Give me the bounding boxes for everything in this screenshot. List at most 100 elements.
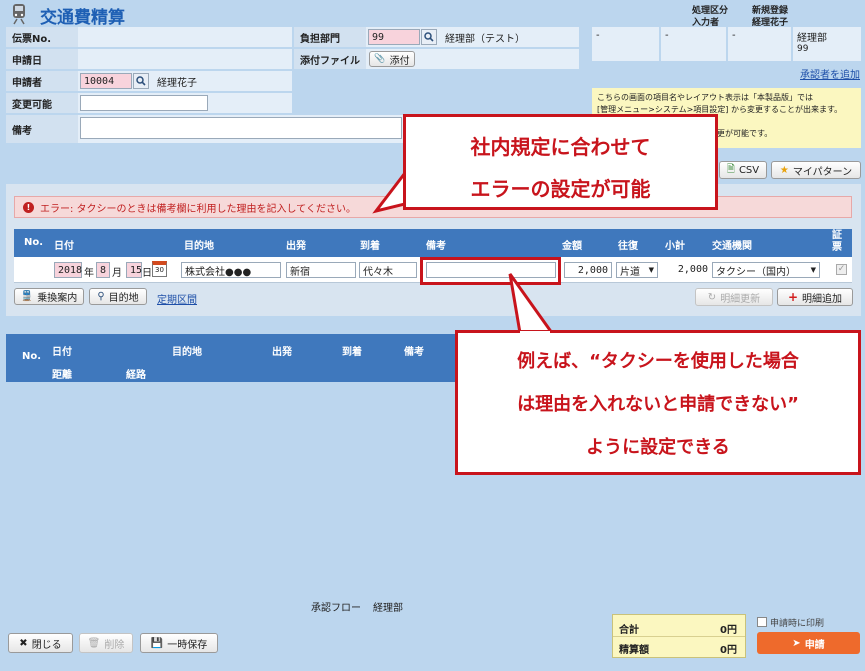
error-icon: !	[23, 201, 34, 213]
th-no: No.	[24, 237, 44, 248]
approver-cell-3: -	[728, 27, 791, 61]
year-input[interactable]: 2018	[54, 262, 82, 278]
day-suffix: 日	[142, 268, 152, 279]
approver-cell-2: -	[661, 27, 726, 61]
add-detail-button[interactable]: + 明細追加	[777, 288, 853, 306]
update-detail-button[interactable]: ↻ 明細更新	[695, 288, 773, 306]
plus-icon: +	[787, 290, 799, 304]
add-approver-link[interactable]: 承認者を追加	[800, 66, 860, 81]
train-icon	[10, 3, 28, 25]
callout-bottom-pointer	[508, 273, 555, 335]
refresh-icon: ↻	[707, 291, 717, 303]
lth-remarks: 備考	[404, 347, 424, 358]
approver-dept-code: 99	[797, 44, 809, 54]
callout-bottom-line-3: ように設定できる	[586, 437, 730, 458]
tenpu-button-label: 添付	[389, 55, 410, 67]
amount-input[interactable]: 2,000	[564, 262, 612, 278]
error-text: エラー: タクシーのときは備考欄に利用した理由を記入してください。	[40, 203, 356, 215]
futan-name: 経理部（テスト）	[445, 34, 525, 45]
star-icon: ★	[779, 164, 789, 176]
callout-bottom-line-2: は理由を入れないと申請できない”	[517, 394, 799, 415]
th-round-trip: 往復	[618, 241, 638, 252]
arrival-input[interactable]: 代々木	[359, 262, 417, 278]
my-pattern-button[interactable]: ★ マイパターン	[771, 161, 861, 179]
th-date: 日付	[54, 241, 74, 252]
my-pattern-button-label: マイパターン	[792, 166, 853, 178]
calendar-day: 30	[155, 266, 164, 274]
chevron-down-icon: ▼	[810, 266, 816, 274]
transfer-button[interactable]: 🚆 乗換案内	[14, 288, 84, 305]
close-icon: ✖	[19, 637, 28, 649]
shinseisha-label: 申請者	[6, 71, 78, 91]
lth-route: 経路	[126, 370, 146, 381]
print-label: 申請時に印刷	[770, 619, 825, 629]
round-trip-select[interactable]: 片道 ▼	[616, 262, 658, 278]
close-button-label: 閉じる	[31, 639, 62, 651]
update-detail-label: 明細更新	[720, 293, 761, 305]
approver-value-1: -	[596, 30, 600, 41]
departure-input[interactable]: 新宿	[286, 262, 356, 278]
th-transport: 交通機関	[712, 241, 752, 252]
futan-label: 負担部門	[294, 27, 366, 47]
subtotal-value: 2,000	[677, 264, 708, 275]
denpyo-value	[78, 27, 292, 47]
commuter-link[interactable]: 定期区間	[157, 291, 197, 306]
temp-save-button[interactable]: 💾 一時保存	[140, 633, 218, 653]
callout-top-line-2: エラーの設定が可能	[470, 177, 651, 201]
print-checkbox[interactable]	[757, 617, 767, 627]
receipt-checkbox[interactable]: ✓	[836, 264, 847, 275]
lth-destination: 目的地	[172, 347, 202, 358]
biko-textarea[interactable]	[80, 117, 402, 139]
shinseisha-search-button[interactable]	[133, 73, 149, 89]
approver-dept: 経理部	[797, 33, 827, 44]
th-subtotal: 小計	[665, 241, 685, 252]
transport-select[interactable]: タクシー（国内） ▼	[712, 262, 820, 278]
csv-button[interactable]: 🗎 CSV	[719, 161, 767, 179]
destination-button-label: 目的地	[108, 293, 139, 304]
approver-cell-4: 経理部 99	[793, 27, 861, 61]
destination-input[interactable]: 株式会社●●●	[181, 262, 281, 278]
futan-search-button[interactable]	[421, 29, 437, 45]
csv-button-label: CSV	[738, 164, 760, 176]
map-pin-icon: ⚲	[97, 291, 105, 302]
totals-box: 合計 0円 精算額 0円	[612, 614, 746, 658]
round-trip-value: 片道	[620, 266, 640, 278]
page-title: 交通費精算	[40, 8, 125, 28]
settle-value: 0円	[720, 645, 737, 656]
trash-icon: 🗑	[87, 637, 101, 649]
apply-button-label: 申請	[804, 639, 825, 651]
th-destination: 目的地	[184, 241, 214, 252]
close-button[interactable]: ✖ 閉じる	[8, 633, 73, 653]
train-small-icon: 🚆	[20, 291, 34, 302]
search-icon	[136, 76, 146, 86]
approval-flow-dept: 経理部	[373, 603, 403, 614]
th-arrival: 到着	[360, 241, 380, 252]
calendar-icon[interactable]: 30	[152, 261, 167, 277]
tenpu-button[interactable]: 📎 添付	[369, 51, 415, 67]
henko-label: 変更可能	[6, 93, 78, 113]
add-detail-label: 明細追加	[802, 293, 843, 305]
entry-table-header: No. 日付 目的地 出発 到着 備考 金額 往復 小計 交通機関 証票	[14, 229, 852, 257]
paperclip-icon: 📎	[374, 54, 386, 64]
tenpu-label: 添付ファイル	[294, 49, 366, 69]
lth-arrival: 到着	[342, 347, 362, 358]
callout-bottom: 例えば、“タクシーを使用した場合 は理由を入れないと申請できない” ように設定で…	[455, 330, 861, 475]
approver-cell-1: -	[592, 27, 659, 61]
approval-flow-label: 承認フロー	[311, 603, 361, 614]
callout-top-line-1: 社内規定に合わせて	[470, 135, 651, 159]
th-departure: 出発	[286, 241, 306, 252]
transport-value: タクシー（国内）	[716, 266, 796, 278]
futan-code-input[interactable]: 99	[368, 29, 420, 45]
search-icon	[424, 32, 434, 42]
shinseisha-code-input[interactable]: 10004	[80, 73, 132, 89]
delete-button[interactable]: 🗑 削除	[79, 633, 133, 653]
settle-label: 精算額	[619, 645, 649, 656]
destination-button[interactable]: ⚲ 目的地	[89, 288, 147, 305]
apply-button[interactable]: ➤ 申請	[757, 632, 860, 654]
th-amount: 金額	[562, 241, 582, 252]
shinsei-bi-label: 申請日	[6, 49, 78, 69]
month-input[interactable]: 8	[96, 262, 110, 278]
day-input[interactable]: 15	[126, 262, 142, 278]
henko-input[interactable]	[80, 95, 208, 111]
notice-line-1: こちらの画面の項目名やレイアウト表示は「本製品版」では	[597, 93, 813, 102]
